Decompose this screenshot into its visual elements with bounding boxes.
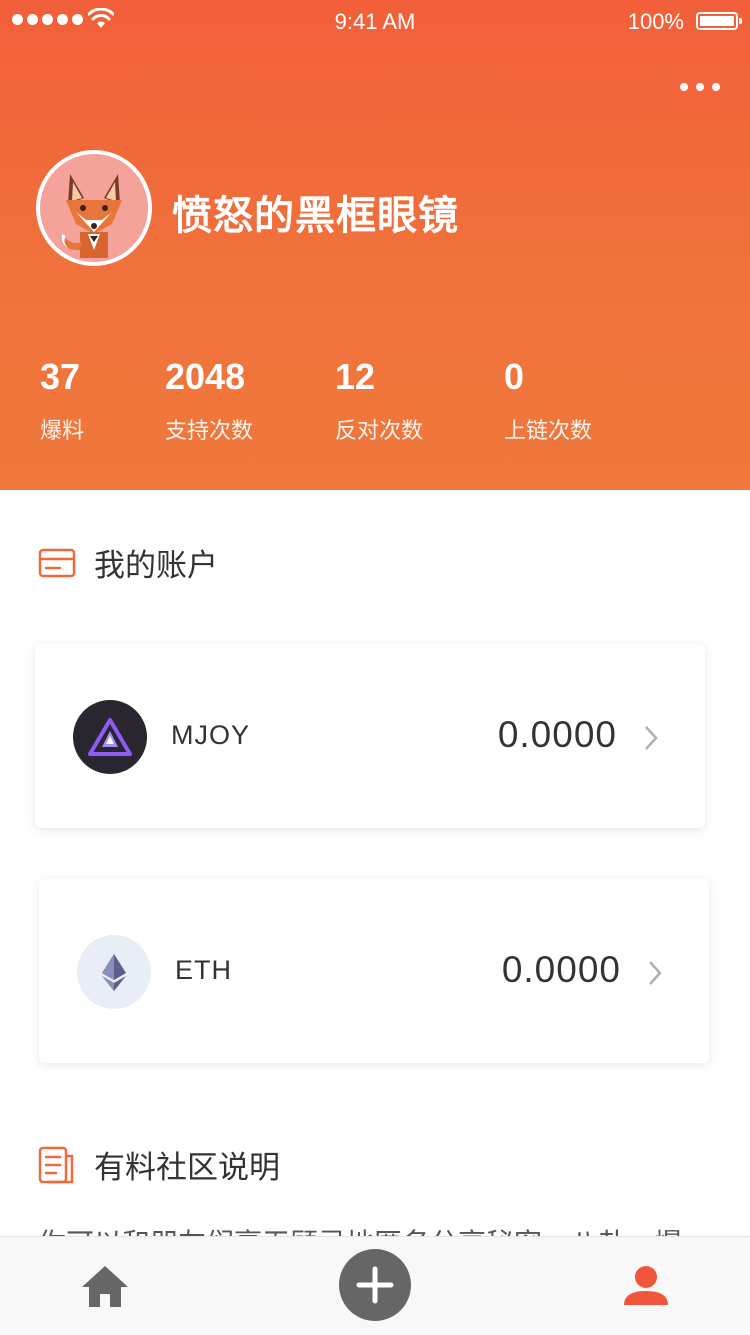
section-title-text: 我的账户 xyxy=(94,548,218,583)
stat-value: 0 xyxy=(504,356,525,397)
account-section-title: 我的账户 xyxy=(38,540,218,585)
account-card-mjoy[interactable]: MJOY 0.0000 xyxy=(35,644,705,828)
stat-opposes[interactable]: 12 反对次数 xyxy=(335,355,423,445)
more-options-button[interactable] xyxy=(676,78,724,96)
account-card-eth[interactable]: ETH 0.0000 xyxy=(39,879,709,1063)
home-icon xyxy=(82,1266,128,1307)
tab-profile[interactable] xyxy=(622,1263,670,1314)
stat-label: 支持次数 xyxy=(165,418,254,443)
stat-onchain[interactable]: 0 上链次数 xyxy=(504,355,592,445)
plus-icon xyxy=(339,1249,411,1321)
eth-coin-icon xyxy=(77,935,151,1009)
status-bar: 9:41 AM 100% xyxy=(0,0,750,44)
coin-name: ETH xyxy=(175,955,232,985)
battery-percentage: 100% xyxy=(627,9,684,34)
stat-label: 反对次数 xyxy=(335,418,424,443)
mjoy-coin-icon xyxy=(73,700,147,774)
profile-icon xyxy=(624,1266,668,1305)
stat-label: 爆料 xyxy=(40,418,85,443)
battery-icon xyxy=(696,12,742,30)
stat-value: 37 xyxy=(40,356,81,397)
tab-home[interactable] xyxy=(80,1263,130,1314)
stat-supports[interactable]: 2048 支持次数 xyxy=(165,355,253,445)
coin-balance: 0.0000 xyxy=(501,949,621,990)
coin-balance: 0.0000 xyxy=(497,714,617,755)
profile-header: 9:41 AM 100% 愤怒的黑框眼镜 37 爆料 2048 支持次数 12 … xyxy=(0,0,750,490)
more-horizontal-icon xyxy=(680,83,688,91)
stat-posts[interactable]: 37 爆料 xyxy=(40,355,84,445)
tab-bar xyxy=(0,1236,750,1335)
document-icon xyxy=(38,1146,74,1183)
stat-value: 2048 xyxy=(165,356,246,397)
avatar[interactable] xyxy=(36,150,152,266)
tab-add[interactable] xyxy=(339,1249,411,1326)
fox-avatar-icon xyxy=(61,174,122,258)
stat-value: 12 xyxy=(335,356,376,397)
section-title-text: 有料社区说明 xyxy=(94,1150,280,1185)
chevron-right-icon xyxy=(649,961,662,985)
coin-name: MJOY xyxy=(171,720,251,750)
stat-label: 上链次数 xyxy=(504,418,593,443)
card-icon xyxy=(38,548,76,577)
username: 愤怒的黑框眼镜 xyxy=(172,194,459,238)
community-section-title: 有料社区说明 xyxy=(38,1142,280,1187)
chevron-right-icon xyxy=(645,726,658,750)
